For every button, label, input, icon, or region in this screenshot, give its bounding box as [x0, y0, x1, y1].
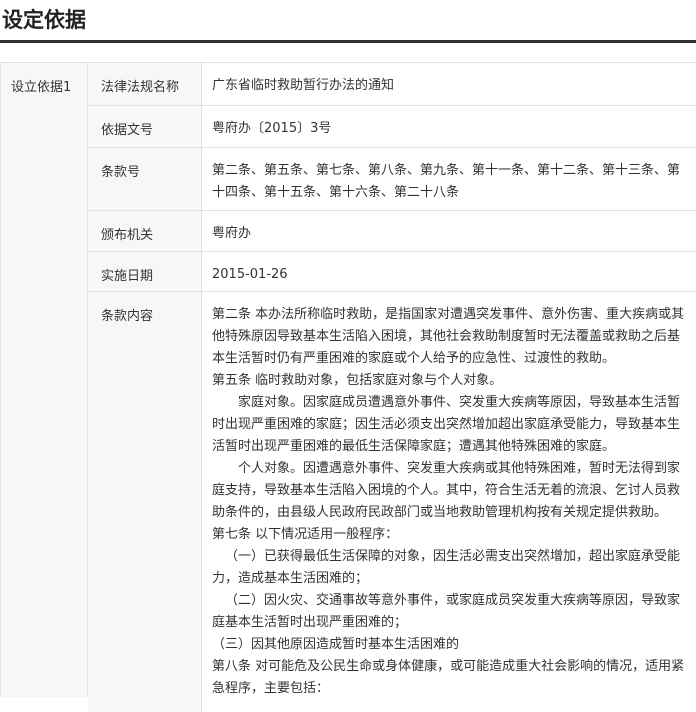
table-row-law-name: 法律法规名称 广东省临时救助暂行办法的通知 — [88, 63, 696, 106]
row-value: 粤府办〔2015〕3号 — [202, 106, 696, 147]
table-row-clause-number: 条款号 第二条、第五条、第七条、第八条、第九条、第十一条、第十二条、第十三条、第… — [88, 148, 696, 211]
row-label: 实施日期 — [88, 252, 202, 291]
row-label: 法律法规名称 — [88, 63, 202, 105]
page-title: 设定依据 — [0, 0, 696, 43]
row-label: 条款内容 — [88, 292, 202, 712]
paragraph: 家庭对象。因家庭成员遭遇意外事件、突发重大疾病等原因，导致基本生活暂时出现严重困… — [212, 395, 681, 454]
paragraph: 第五条 临时救助对象，包括家庭对象与个人对象。 — [212, 373, 503, 388]
row-value: 粤府办 — [202, 211, 696, 251]
row-value: 第二条、第五条、第七条、第八条、第九条、第十一条、第十二条、第十三条、第十四条、… — [202, 148, 696, 210]
row-label: 颁布机关 — [88, 211, 202, 251]
row-value: 广东省临时救助暂行办法的通知 — [202, 63, 696, 105]
group-label: 设立依据1 — [1, 63, 88, 697]
paragraph: 第八条 对可能危及公民生命或身体健康，或可能造成重大社会影响的情况，适用紧急程序… — [212, 659, 685, 696]
row-label: 条款号 — [88, 148, 202, 210]
clause-content: 第二条 本办法所称临时救助，是指国家对遭遇突发事件、意外伤害、重大疾病或其他特殊… — [202, 292, 696, 712]
paragraph: （三）因其他原因造成暂时基本生活困难的 — [212, 637, 460, 652]
table-row-issuing-authority: 颁布机关 粤府办 — [88, 211, 696, 252]
paragraph: 第二条 本办法所称临时救助，是指国家对遭遇突发事件、意外伤害、重大疾病或其他特殊… — [212, 307, 685, 366]
paragraph: 个人对象。因遭遇意外事件、突发重大疾病或其他特殊困难，暂时无法得到家庭支持，导致… — [212, 461, 681, 520]
paragraph: 第七条 以下情况适用一般程序： — [212, 527, 399, 542]
table-row-effective-date: 实施日期 2015-01-26 — [88, 252, 696, 292]
row-label: 依据文号 — [88, 106, 202, 147]
paragraph: （二）因火灾、交通事故等意外事件，或家庭成员突发重大疾病等原因，导致家庭基本生活… — [212, 593, 681, 630]
table-row-clause-content: 条款内容 第二条 本办法所称临时救助，是指国家对遭遇突发事件、意外伤害、重大疾病… — [88, 292, 696, 712]
basis-table: 设立依据1 法律法规名称 广东省临时救助暂行办法的通知 依据文号 粤府办〔201… — [0, 62, 696, 712]
row-value: 2015-01-26 — [202, 252, 696, 291]
paragraph: （一）已获得最低生活保障的对象，因生活必需支出突然增加，超出家庭承受能力，造成基… — [212, 549, 681, 586]
table-row-doc-number: 依据文号 粤府办〔2015〕3号 — [88, 106, 696, 148]
